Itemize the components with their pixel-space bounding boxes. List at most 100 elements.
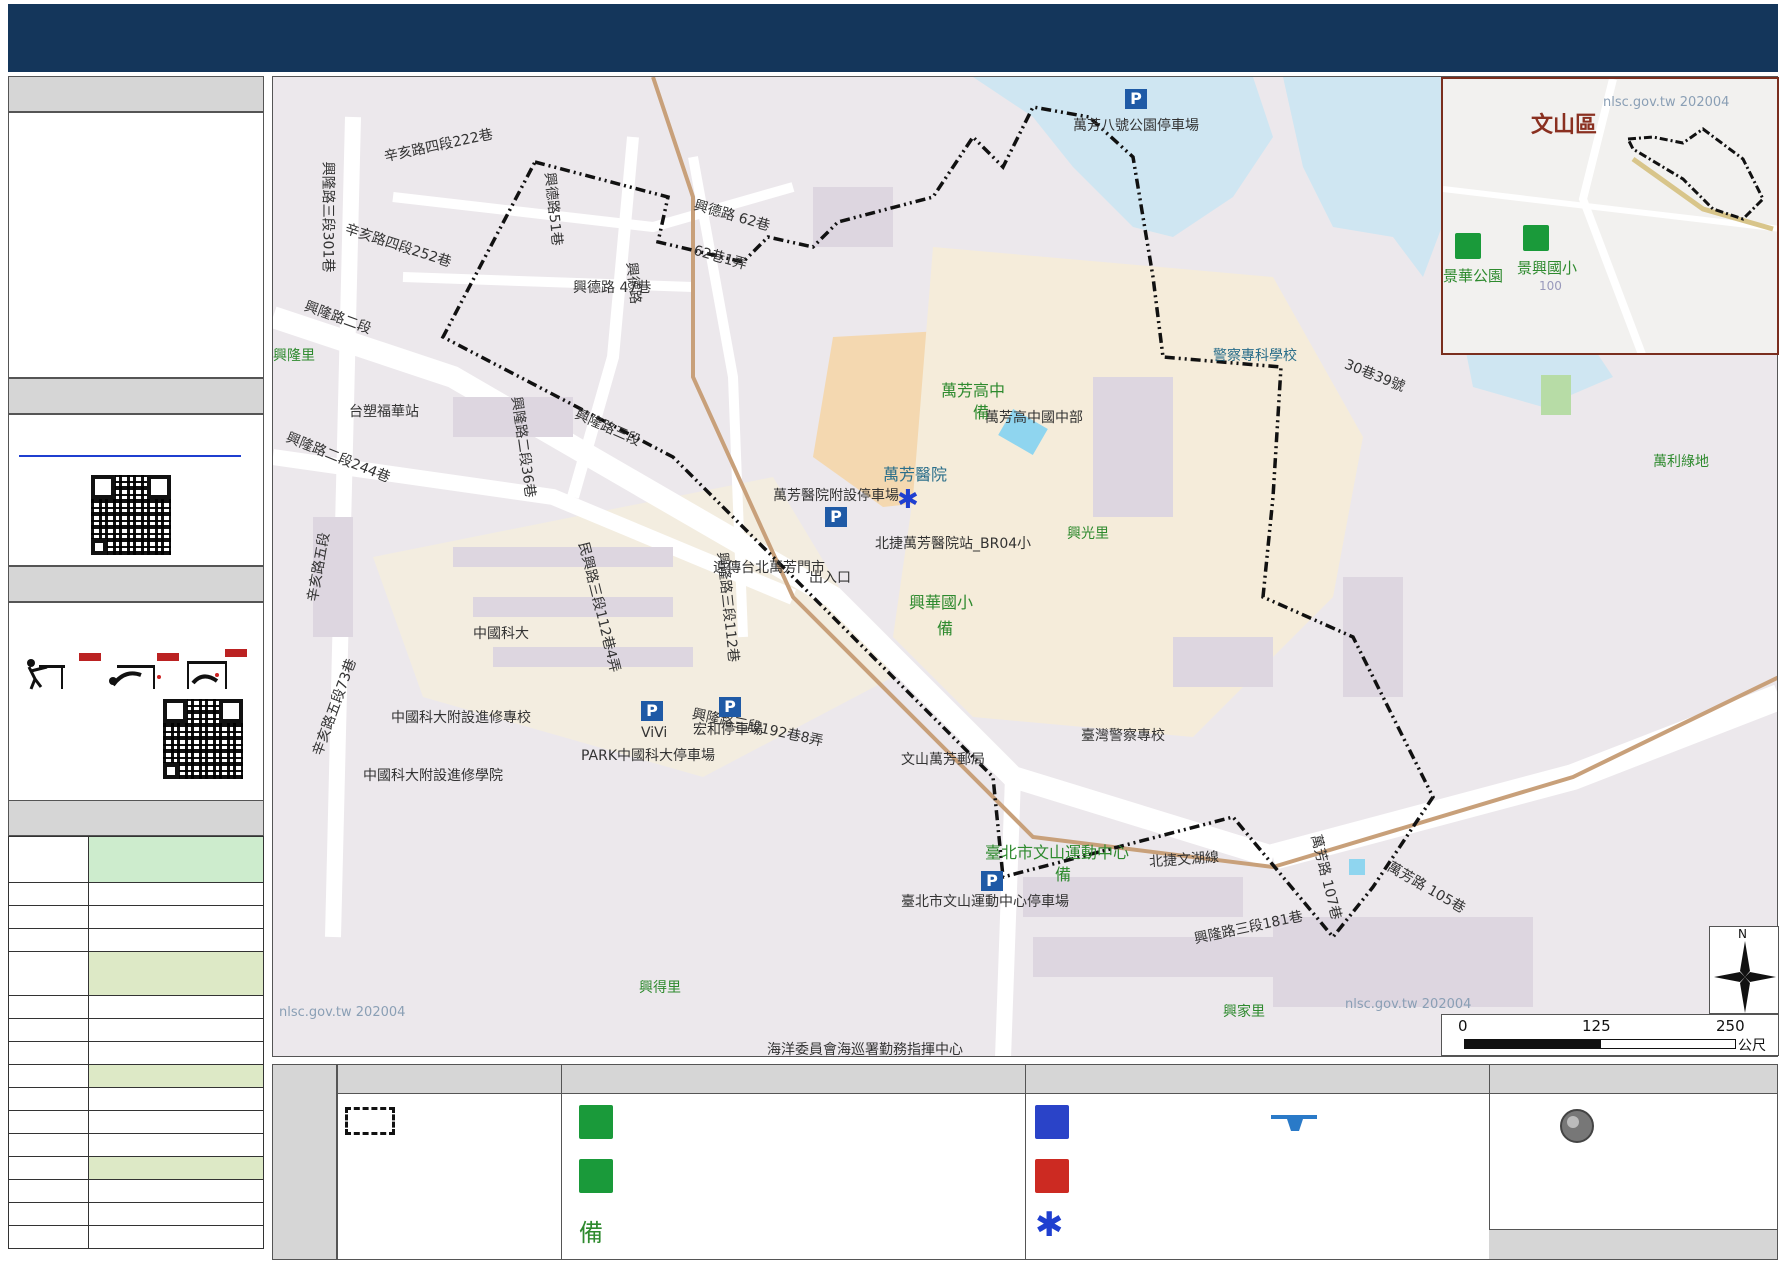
park-icon	[579, 1159, 613, 1193]
facility-label: 臺北市文山運動中心	[985, 843, 1130, 862]
scale-segment-dark	[1464, 1039, 1600, 1049]
parking-icon: P	[719, 697, 741, 717]
info-table	[8, 836, 264, 1249]
standby-icon: 備	[579, 1219, 603, 1247]
medical-icon: ✱	[897, 485, 919, 515]
road-label: 興隆路三段301巷	[319, 161, 336, 273]
parking-icon: P	[981, 871, 1003, 891]
poi-label: 萬芳醫院附設停車場	[773, 488, 899, 504]
table-row	[8, 1202, 89, 1226]
section-body-3	[8, 602, 264, 806]
table-row	[8, 1133, 89, 1157]
helipad-icon	[1271, 1115, 1317, 1131]
table-row	[8, 882, 89, 906]
legend-side-header	[273, 1065, 337, 1259]
scale-tick: 125	[1582, 1017, 1611, 1035]
village-label: 萬利綠地	[1653, 454, 1709, 470]
table-row	[8, 995, 89, 1019]
legend-header-row	[337, 1065, 1777, 1094]
table-row	[8, 1041, 89, 1065]
section-header-1	[8, 76, 264, 112]
table-row	[8, 1110, 89, 1134]
link-underline[interactable]	[19, 455, 241, 457]
village-label: 興隆里	[273, 348, 315, 364]
road-label: 興德路	[622, 261, 644, 305]
shelter-icon	[1523, 225, 1549, 251]
qr-code-icon	[91, 475, 171, 555]
parking-icon: P	[825, 507, 847, 527]
shelter-icon	[579, 1105, 613, 1139]
table-row	[8, 951, 89, 996]
poi-label: PARK中國科大停車場	[581, 748, 716, 764]
scale-bar: 0 125 250 公尺	[1441, 1014, 1779, 1056]
inset-base	[1443, 79, 1777, 353]
poi-label: 中國科大附設進修專校	[391, 710, 531, 726]
header-bar	[8, 4, 1778, 72]
table-row	[8, 1087, 89, 1111]
scale-segment-light	[1600, 1039, 1736, 1049]
parking-icon: P	[1125, 89, 1147, 109]
poi-label: 臺灣警察專校	[1081, 728, 1165, 744]
compass-rose-icon	[1714, 941, 1776, 1013]
medical-icon: ✱	[1035, 1205, 1064, 1245]
scale-tick: 0	[1458, 1017, 1468, 1035]
table-row	[8, 1179, 89, 1203]
section-body-1	[8, 112, 264, 378]
earthquake-drop-icon	[27, 649, 247, 690]
park-icon	[1455, 233, 1481, 259]
section-body-2	[8, 414, 264, 566]
village-label: 興光里	[1067, 526, 1109, 542]
section-header-4	[8, 800, 264, 836]
section-header-3	[8, 566, 264, 602]
poi-label: 台塑福華站	[349, 404, 419, 420]
compass: N	[1709, 926, 1779, 1014]
legend-footer-cell	[1489, 1229, 1777, 1259]
poi-label: 萬芳八號公園停車場	[1073, 118, 1199, 134]
standby-icon: 備	[1055, 865, 1072, 884]
point-icon	[1560, 1109, 1594, 1143]
section-header-2	[8, 378, 264, 414]
table-row	[8, 1018, 89, 1042]
table-row	[8, 1225, 89, 1249]
table-row	[8, 905, 89, 929]
legend: 備 ✱	[272, 1064, 1778, 1260]
hospital-label: 萬芳醫院	[883, 465, 948, 484]
table-row	[8, 1064, 89, 1088]
school-label: 興華國小	[909, 593, 974, 612]
scale-unit: 公尺	[1738, 1038, 1766, 1054]
inset-park-label: 景華公園	[1443, 267, 1504, 285]
scale-tick: 250	[1716, 1017, 1745, 1035]
poi-label: 遠傳台北萬芳門市	[713, 560, 825, 576]
poi-label: 小	[1017, 536, 1031, 552]
table-row	[8, 836, 89, 883]
poi-label: 臺北市文山運動中心停車場	[901, 894, 1069, 910]
village-label: 興家里	[1223, 1004, 1265, 1020]
parking-icon: P	[641, 701, 663, 721]
inset-district-label: 文山區	[1531, 113, 1598, 138]
poi-label: 文山萬芳郵局	[901, 752, 985, 768]
poi-label: 中國科大	[473, 626, 529, 642]
standby-icon: 備	[937, 619, 954, 638]
school-label: 警察專科學校	[1213, 348, 1297, 364]
table-row	[8, 1156, 89, 1180]
poi-label: 宏和停車場	[693, 722, 763, 738]
poi-label: 萬芳高中國中部	[985, 410, 1083, 426]
poi-label: 海洋委員會海巡署勤務指揮中心	[767, 1042, 963, 1057]
watermark: nlsc.gov.tw 202004	[279, 1005, 406, 1020]
police-icon	[1035, 1105, 1069, 1139]
inset-watermark: nlsc.gov.tw 202004	[1603, 95, 1730, 110]
village-label: 興得里	[639, 980, 681, 996]
fire-icon	[1035, 1159, 1069, 1193]
left-panel	[8, 76, 264, 1260]
poi-label: 中國科大附設進修學院	[363, 768, 503, 784]
boundary-icon	[345, 1107, 395, 1135]
qr-code-icon	[163, 699, 243, 779]
mrt-label: 北捷萬芳醫院站_BR04	[875, 536, 1018, 552]
elevation-label: 100	[1539, 279, 1562, 293]
watermark: nlsc.gov.tw 202004	[1345, 997, 1472, 1012]
school-label: 萬芳高中	[941, 381, 1006, 400]
inset-school-label: 景興國小	[1517, 259, 1578, 277]
inset-map: 文山區 景華公園 景興國小 nlsc.gov.tw 202004 100	[1441, 77, 1779, 355]
table-row	[8, 928, 89, 952]
poi-label: ViVi	[641, 725, 668, 741]
